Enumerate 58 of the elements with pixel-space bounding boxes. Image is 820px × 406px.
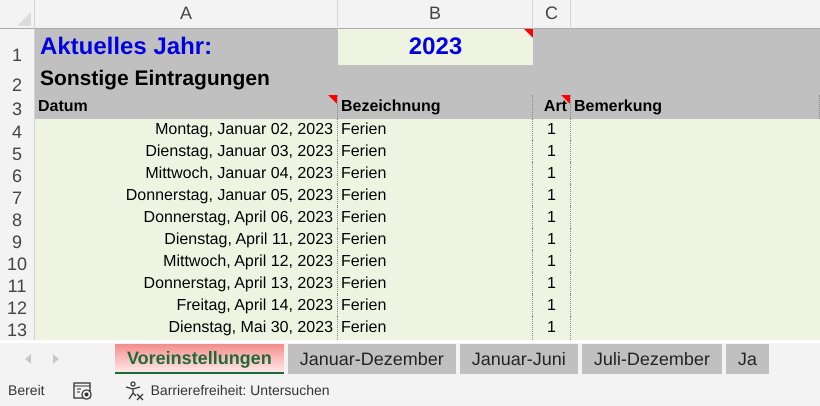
table-cell: Dienstag, Januar 03, 2023 bbox=[35, 140, 338, 164]
table-cell: Dienstag, April 11, 2023 bbox=[35, 228, 338, 252]
row-header: 3 bbox=[0, 95, 35, 119]
table-cell: 1 bbox=[533, 184, 571, 208]
table-cell: 1 bbox=[533, 294, 571, 318]
row-header: 11 bbox=[0, 272, 35, 296]
macro-record-icon[interactable] bbox=[72, 382, 93, 400]
column-label: Art bbox=[533, 95, 571, 119]
table-cell: 1 bbox=[533, 228, 571, 252]
table-cell: Donnerstag, Januar 05, 2023 bbox=[35, 184, 338, 208]
table-cell: Ferien bbox=[338, 228, 533, 252]
table-cell: 1 bbox=[533, 162, 571, 186]
row-header: 9 bbox=[0, 228, 35, 252]
table-cell: 1 bbox=[533, 250, 571, 274]
sheet-tab[interactable]: Voreinstellungen bbox=[115, 344, 284, 374]
column-label: Datum bbox=[35, 95, 338, 119]
table-cell: Donnerstag, April 13, 2023 bbox=[35, 272, 338, 296]
table-cell: Ferien bbox=[338, 250, 533, 274]
table-cell: Ferien bbox=[338, 162, 533, 186]
table-cell: 1 bbox=[533, 140, 571, 164]
accessibility-button[interactable]: Barrierefreiheit: Untersuchen bbox=[124, 380, 330, 401]
table-cell: 1 bbox=[533, 272, 571, 296]
row-header: 10 bbox=[0, 250, 35, 274]
table-cell: Aktuelles Jahr: bbox=[35, 29, 338, 65]
column-label: Bezeichnung bbox=[338, 95, 533, 119]
table-cell: Freitag, April 14, 2023 bbox=[35, 294, 338, 318]
row-header: 12 bbox=[0, 294, 35, 318]
table-cell: 1 bbox=[533, 206, 571, 230]
table-cell: Ferien bbox=[338, 294, 533, 318]
row-header: 7 bbox=[0, 184, 35, 208]
table-cell: Ferien bbox=[338, 184, 533, 208]
row-header: 1 bbox=[0, 29, 35, 65]
column-label: Bemerkung bbox=[571, 95, 820, 119]
table-cell: Ferien bbox=[338, 206, 533, 230]
sheet-tab[interactable]: Juli-Dezember bbox=[582, 344, 722, 374]
table-cell: Ferien bbox=[338, 140, 533, 164]
row-header: 4 bbox=[0, 118, 35, 142]
row-header: 13 bbox=[0, 316, 35, 340]
table-cell: Mittwoch, April 12, 2023 bbox=[35, 250, 338, 274]
scroll-left-icon[interactable] bbox=[25, 354, 31, 364]
scroll-right-icon[interactable] bbox=[53, 354, 59, 364]
sheet-tab[interactable]: Ja bbox=[726, 344, 769, 374]
row-header: 2 bbox=[0, 63, 35, 94]
sheet-tab[interactable]: Januar-Dezember bbox=[288, 344, 456, 374]
table-cell: 2023 bbox=[338, 29, 533, 65]
table-cell: Ferien bbox=[338, 272, 533, 296]
table-cell: Mittwoch, Januar 04, 2023 bbox=[35, 162, 338, 186]
accessibility-icon bbox=[124, 380, 145, 400]
sheet-tab[interactable]: Januar-Juni bbox=[460, 344, 578, 374]
table-cell: Donnerstag, April 06, 2023 bbox=[35, 206, 338, 230]
table-cell: Ferien bbox=[338, 316, 533, 340]
section-title: Sonstige Eintragungen bbox=[39, 66, 270, 92]
table-cell: Dienstag, Mai 30, 2023 bbox=[35, 316, 338, 340]
status-text: Bereit bbox=[8, 381, 45, 400]
row-header: 8 bbox=[0, 206, 35, 230]
row-header: 5 bbox=[0, 140, 35, 164]
table-cell: 1 bbox=[533, 316, 571, 340]
row-header: 6 bbox=[0, 162, 35, 186]
